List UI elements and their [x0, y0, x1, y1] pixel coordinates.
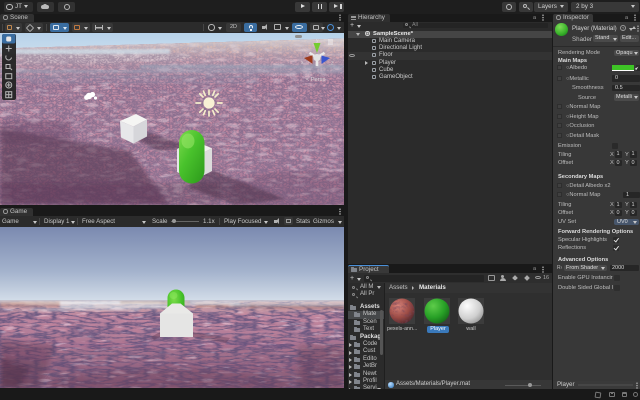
svg-text:< Persp: < Persp [306, 77, 325, 83]
